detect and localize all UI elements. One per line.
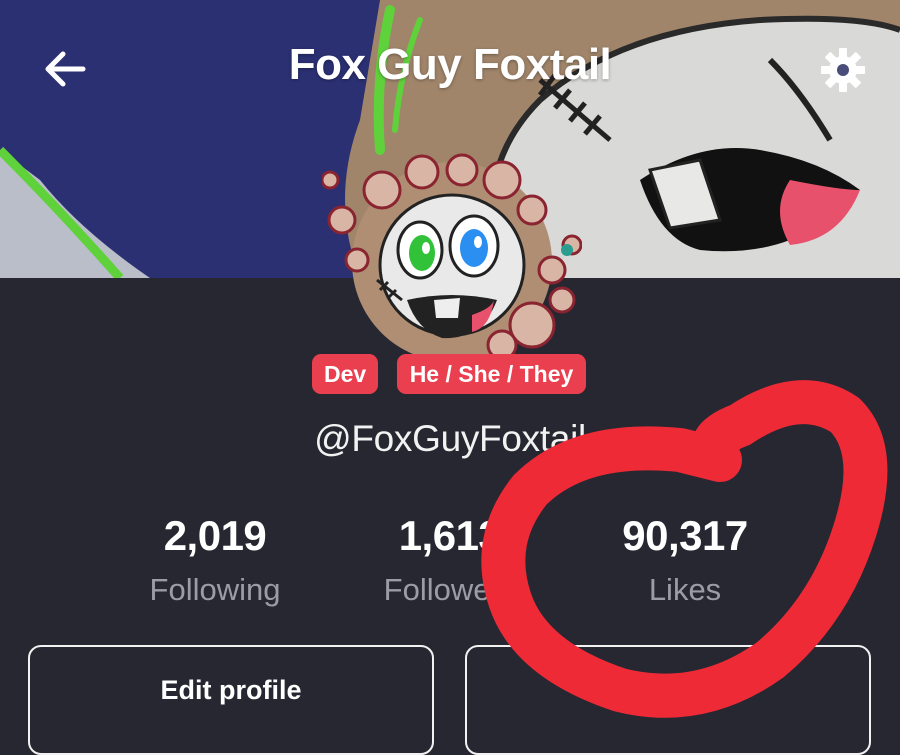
role-badge: Dev xyxy=(312,354,378,394)
likes-count: 90,317 xyxy=(622,512,748,559)
followers-label: Followers xyxy=(383,572,517,607)
likes-label: Likes xyxy=(648,572,722,607)
profile-tags: Dev He / She / They xyxy=(0,354,900,394)
pronouns-badge: He / She / They xyxy=(397,354,586,394)
avatar[interactable] xyxy=(320,150,583,362)
likes-stat[interactable]: 90,317 Likes xyxy=(575,512,795,608)
profile-title: Fox Guy Foxtail xyxy=(288,40,612,89)
settings-button[interactable] xyxy=(815,42,871,98)
top-bar: Fox Guy Foxtail xyxy=(0,0,900,140)
following-label: Following xyxy=(149,572,281,607)
gear-icon xyxy=(821,48,865,92)
followers-count: 1,613 xyxy=(398,512,502,559)
following-stat[interactable]: 2,019 Following xyxy=(105,512,325,608)
avatar-image xyxy=(320,153,583,362)
following-count: 2,019 xyxy=(163,512,267,559)
edit-profile-button[interactable]: Edit profile xyxy=(28,645,434,755)
about-button[interactable]: About xyxy=(465,645,871,755)
username-handle: @FoxGuyFoxtail xyxy=(314,418,586,459)
followers-stat[interactable]: 1,613 Followers xyxy=(340,512,560,608)
